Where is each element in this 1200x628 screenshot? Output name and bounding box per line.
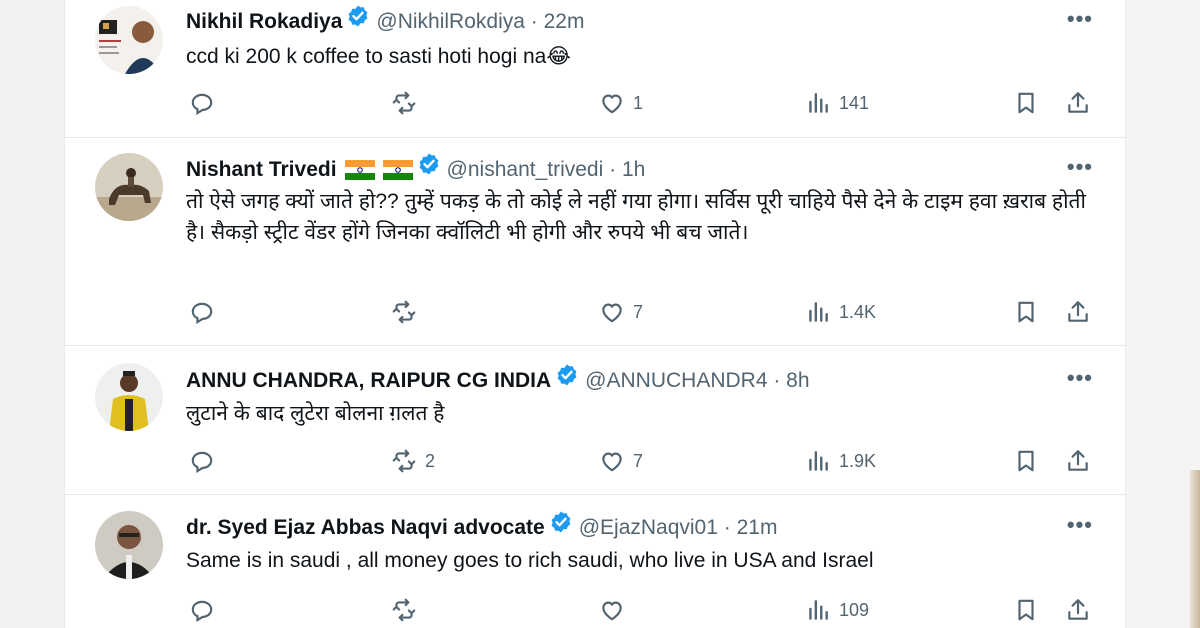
handle-time[interactable]: @ANNUCHANDR4 · 8h xyxy=(585,369,809,392)
tweet-header: dr. Syed Ejaz Abbas Naqvi advocate @EjazN… xyxy=(186,510,778,543)
views-count: 109 xyxy=(839,599,870,620)
handle-time[interactable]: @EjazNaqvi01 · 21m xyxy=(579,516,778,539)
views-button[interactable]: 1.4K xyxy=(805,297,876,327)
tweet-1[interactable]: Nikhil Rokadiya @NikhilRokdiya · 22m ••• … xyxy=(65,0,1125,138)
views-button[interactable]: 109 xyxy=(805,595,869,625)
bookmark-icon[interactable] xyxy=(1013,297,1039,327)
tweet-2[interactable]: Nishant Trivedi @nishant_trivedi · 1h •••… xyxy=(65,137,1125,346)
like-button[interactable]: 7 xyxy=(599,446,643,476)
reply-button[interactable] xyxy=(189,446,223,476)
bookmark-icon[interactable] xyxy=(1013,88,1039,118)
verified-badge-icon xyxy=(417,152,441,185)
like-icon xyxy=(599,90,625,116)
reply-icon xyxy=(189,597,215,623)
tweet-actions: 2 7 1.9K xyxy=(65,446,1125,476)
avatar[interactable] xyxy=(95,153,163,221)
right-margin xyxy=(1124,0,1200,628)
like-count: 1 xyxy=(633,92,644,113)
more-icon[interactable]: ••• xyxy=(1067,512,1093,538)
views-count: 1.4K xyxy=(839,301,877,322)
like-icon xyxy=(599,448,625,474)
views-count: 141 xyxy=(839,92,870,113)
views-icon xyxy=(805,597,831,623)
share-icon[interactable] xyxy=(1065,446,1091,476)
handle-time[interactable]: @NikhilRokdiya · 22m xyxy=(376,10,584,33)
like-icon xyxy=(599,299,625,325)
avatar[interactable] xyxy=(95,363,163,431)
verified-badge-icon xyxy=(549,510,573,543)
tweet-actions: 7 1.4K xyxy=(65,297,1125,327)
more-icon[interactable]: ••• xyxy=(1067,6,1093,32)
share-icon[interactable] xyxy=(1065,297,1091,327)
reply-icon xyxy=(189,90,215,116)
retweet-button[interactable] xyxy=(391,88,425,118)
tweet-actions: 1 141 xyxy=(65,88,1125,118)
views-button[interactable]: 1.9K xyxy=(805,446,876,476)
share-icon[interactable] xyxy=(1065,88,1091,118)
more-icon[interactable]: ••• xyxy=(1067,154,1093,180)
author-name[interactable]: Nishant Trivedi xyxy=(186,158,337,181)
retweet-button[interactable]: 2 xyxy=(391,446,435,476)
like-button[interactable]: 1 xyxy=(599,88,643,118)
tweet-actions: 109 xyxy=(65,595,1125,625)
bookmark-icon[interactable] xyxy=(1013,446,1039,476)
retweet-button[interactable] xyxy=(391,297,425,327)
views-count: 1.9K xyxy=(839,450,877,471)
retweet-button[interactable] xyxy=(391,595,425,625)
tweet-header: ANNU CHANDRA, RAIPUR CG INDIA @ANNUCHANDR… xyxy=(186,363,810,396)
like-button[interactable]: 7 xyxy=(599,297,643,327)
tweet-text: ccd ki 200 k coffee to sasti hoti hogi n… xyxy=(186,45,571,68)
edge-strip xyxy=(1190,470,1200,628)
reply-icon xyxy=(189,448,215,474)
author-name[interactable]: Nikhil Rokadiya xyxy=(186,10,342,33)
like-count: 7 xyxy=(633,301,644,322)
verified-badge-icon xyxy=(346,4,370,37)
reply-feed: Nikhil Rokadiya @NikhilRokdiya · 22m ••• … xyxy=(64,0,1126,628)
views-button[interactable]: 141 xyxy=(805,88,869,118)
views-icon xyxy=(805,299,831,325)
like-button[interactable] xyxy=(599,595,633,625)
author-name[interactable]: ANNU CHANDRA, RAIPUR CG INDIA xyxy=(186,369,551,392)
india-flag-icon xyxy=(344,159,375,180)
views-icon xyxy=(805,448,831,474)
reply-button[interactable] xyxy=(189,595,223,625)
tweet-header: Nishant Trivedi @nishant_trivedi · 1h xyxy=(186,152,646,185)
verified-badge-icon xyxy=(555,363,579,396)
avatar[interactable] xyxy=(95,6,163,74)
india-flag-icon xyxy=(382,159,413,180)
tweet-text: लुटाने के बाद लुटेरा बोलना ग़लत है xyxy=(186,402,445,425)
views-icon xyxy=(805,90,831,116)
reply-button[interactable] xyxy=(189,297,223,327)
handle-time[interactable]: @nishant_trivedi · 1h xyxy=(447,158,646,181)
retweet-icon xyxy=(391,597,417,623)
retweet-icon xyxy=(391,448,417,474)
author-name[interactable]: dr. Syed Ejaz Abbas Naqvi advocate xyxy=(186,516,545,539)
tweet-header: Nikhil Rokadiya @NikhilRokdiya · 22m xyxy=(186,4,584,37)
tweet-3[interactable]: ANNU CHANDRA, RAIPUR CG INDIA @ANNUCHANDR… xyxy=(65,345,1125,495)
share-icon[interactable] xyxy=(1065,595,1091,625)
left-margin xyxy=(0,0,64,628)
tweet-text: Same is in saudi , all money goes to ric… xyxy=(186,549,874,572)
like-icon xyxy=(599,597,625,623)
more-icon[interactable]: ••• xyxy=(1067,365,1093,391)
bookmark-icon[interactable] xyxy=(1013,595,1039,625)
retweet-icon xyxy=(391,90,417,116)
retweet-icon xyxy=(391,299,417,325)
like-count: 7 xyxy=(633,450,644,471)
reply-icon xyxy=(189,299,215,325)
tweet-4[interactable]: dr. Syed Ejaz Abbas Naqvi advocate @EjazN… xyxy=(65,494,1125,628)
avatar[interactable] xyxy=(95,511,163,579)
retweet-count: 2 xyxy=(425,450,436,471)
tweet-text: तो ऐसे जगह क्यों जाते हो?? तुम्हें पकड़ … xyxy=(186,190,1086,244)
reply-button[interactable] xyxy=(189,88,223,118)
